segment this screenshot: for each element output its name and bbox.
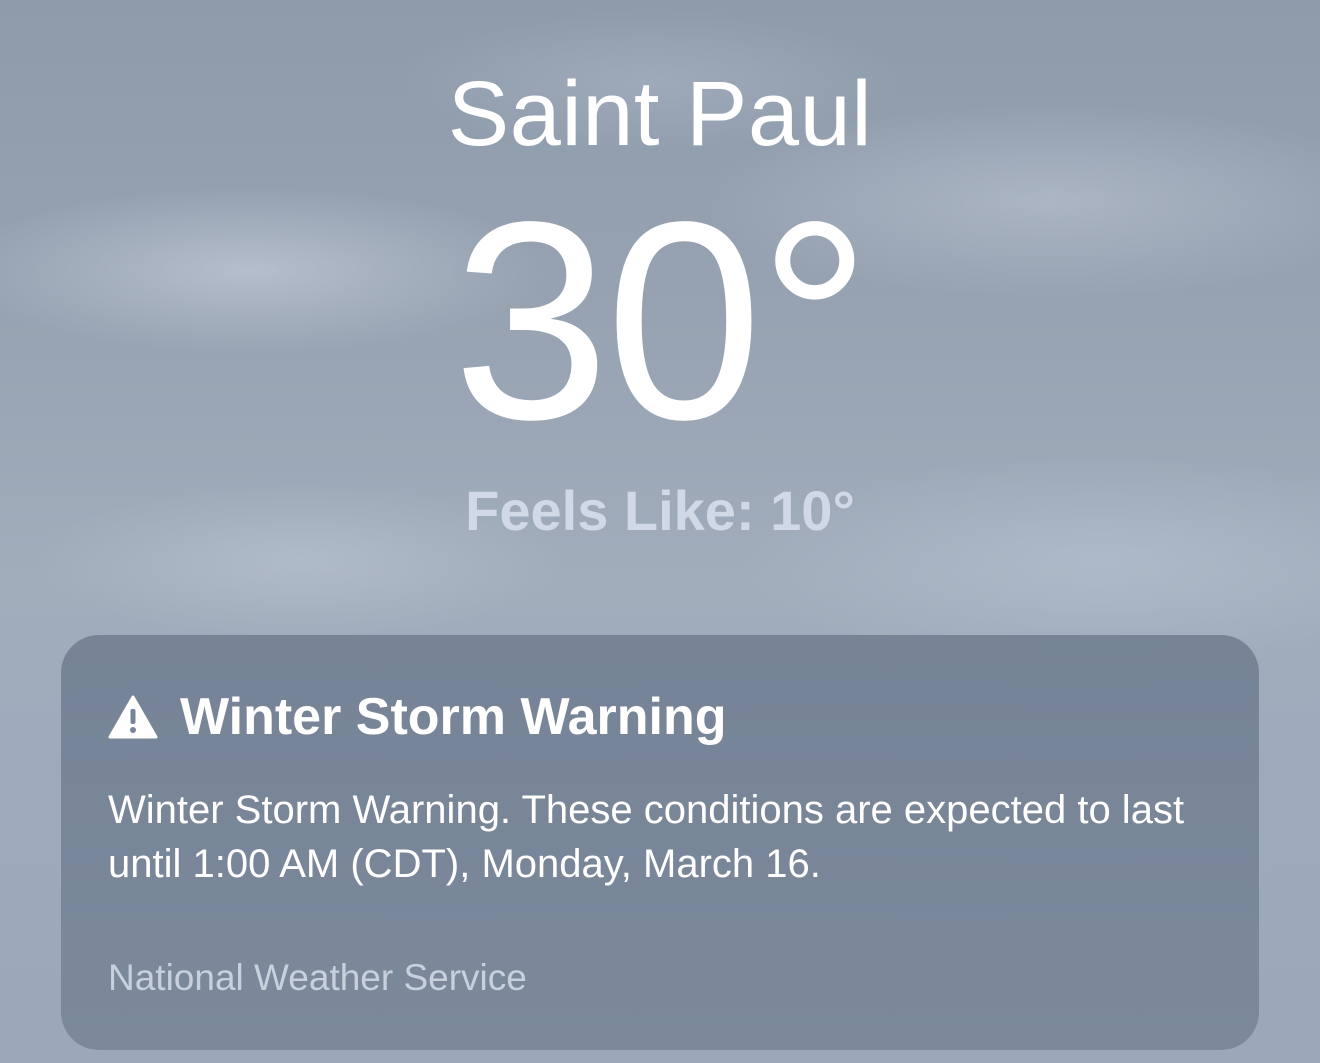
city-name: Saint Paul [447, 63, 873, 165]
alert-source: National Weather Service [108, 957, 527, 998]
severe-weather-alert-card[interactable]: Winter Storm Warning Winter Storm Warnin… [61, 635, 1259, 1050]
alert-header: Winter Storm Warning [108, 687, 726, 747]
alert-description: Winter Storm Warning. These conditions a… [108, 788, 1185, 886]
alert-title: Winter Storm Warning [180, 688, 727, 746]
current-temperature: 30° [452, 163, 871, 478]
feels-like-temperature: Feels Like: 10° [465, 479, 855, 542]
warning-triangle-icon [108, 695, 158, 739]
